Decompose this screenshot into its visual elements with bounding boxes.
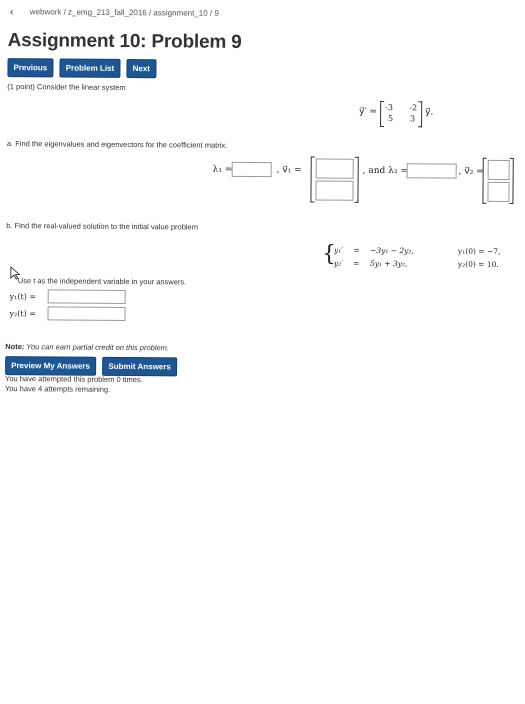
breadcrumb: ‹ webwork / z_emg_213_fall_2016 / assign…	[10, 6, 219, 20]
y2-input[interactable]	[47, 306, 126, 321]
lambda1-input[interactable]	[231, 161, 272, 178]
next-button[interactable]: Next	[126, 58, 157, 79]
ivp-row-1-lhs: y₁′	[334, 245, 344, 255]
matrix-right-bracket	[418, 101, 423, 128]
part-b-prompt: b. Find the real-valued solution to the …	[6, 221, 199, 232]
system-rhs: y⃗.	[425, 107, 434, 118]
independent-variable-hint: Use t as the independent variable in you…	[17, 276, 187, 287]
ivp-system: y₁′ = −3y₁ − 2y₂, y₁(0) = −7, y₂′ = 5y₁ …	[0, 0, 525, 269]
matrix-left-bracket	[380, 100, 385, 128]
matrix-a21: 5	[388, 114, 394, 124]
matrix-a12: -2	[409, 103, 418, 113]
partial-credit-note: Note: You can earn partial credit on thi…	[5, 342, 169, 352]
attempts-made: You have attempted this problem 0 times.	[4, 374, 143, 385]
y1-input[interactable]	[47, 289, 126, 304]
ivp-row-2-rhs: 5y₁ + 3y₂,	[369, 258, 408, 269]
ivp-row-2: y₂′ = 5y₁ + 3y₂,	[334, 259, 408, 269]
y1-label: y₁(t) =	[9, 292, 37, 302]
preview-answers-button[interactable]: Preview My Answers	[5, 356, 97, 376]
chevron-left-icon[interactable]: ‹	[10, 6, 14, 18]
note-label: Note:	[5, 342, 25, 352]
part-a-prompt: a. Find the eigenvalues and eigenvectors…	[6, 139, 228, 150]
system-lhs: y⃗′ =	[359, 106, 377, 117]
v1-component-1-input[interactable]	[315, 158, 354, 179]
ivp-row-1-eq: =	[353, 245, 360, 255]
v2-component-1-input[interactable]	[487, 159, 510, 181]
ivp-row-2-lhs: y₂′	[333, 258, 343, 268]
v1-right-bracket	[354, 156, 359, 203]
problem-intro: (1 point) Consider the linear system	[7, 82, 126, 92]
answer-actions: Preview My Answers Submit Answers	[5, 355, 179, 377]
ivp-row-1: y₁′ = −3y₁ − 2y₂,	[334, 246, 414, 256]
lambda2-label: , and λ₂ =	[362, 165, 408, 177]
page: ‹ webwork / z_emg_213_fall_2016 / assign…	[0, 0, 525, 704]
page-title: Assignment 10: Problem 9	[7, 30, 242, 53]
v1-left-bracket	[310, 156, 315, 203]
ivp-row-2-eq: =	[353, 258, 360, 268]
breadcrumb-path[interactable]: webwork / z_emg_213_fall_2016 / assignme…	[30, 7, 219, 17]
v1-component-2-input[interactable]	[315, 180, 354, 201]
problem-nav: Previous Problem List Next	[7, 57, 158, 79]
attempts-remaining: You have 4 attempts remaining.	[4, 384, 111, 394]
v2-left-bracket	[482, 157, 487, 204]
ivp-row-2-ic: y₂(0) = 10.	[457, 259, 499, 269]
y2-label: y₂(t) =	[9, 309, 37, 319]
v2-right-bracket	[509, 158, 514, 205]
v2-component-2-input[interactable]	[487, 181, 510, 203]
submit-answers-button[interactable]: Submit Answers	[102, 356, 177, 377]
ivp-row-1-rhs: −3y₁ − 2y₂,	[370, 245, 414, 256]
v1-label: , v⃗₁ =	[276, 165, 302, 176]
note-text: You can earn partial credit on this prob…	[24, 342, 170, 353]
problem-list-button[interactable]: Problem List	[59, 58, 121, 78]
coefficient-matrix: -3 -2 5 3	[385, 103, 417, 123]
lambda2-input[interactable]	[406, 163, 457, 179]
matrix-a11: -3	[385, 103, 393, 113]
v2-label: , v⃗₂ =	[458, 166, 484, 177]
previous-button[interactable]: Previous	[7, 58, 54, 78]
lambda1-label: λ₁ =	[212, 164, 233, 175]
matrix-a22: 3	[409, 114, 416, 124]
ivp-row-1-ic: y₁(0) = −7,	[458, 246, 501, 256]
